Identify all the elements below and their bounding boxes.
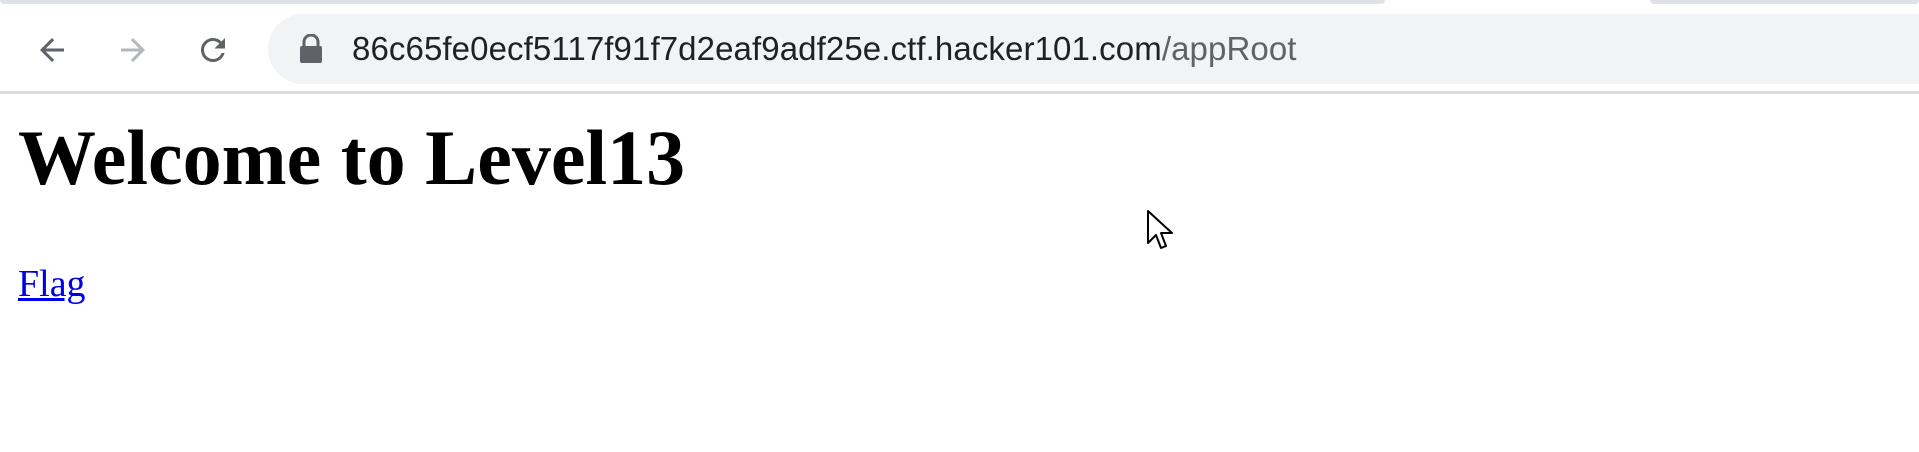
lock-icon[interactable]: [298, 34, 324, 64]
forward-button[interactable]: [109, 26, 157, 74]
page-title: Welcome to Level13: [18, 114, 686, 201]
url-host: 86c65fe0ecf5117f91f7d2eaf9adf25e.ctf.hac…: [352, 30, 1162, 67]
address-bar[interactable]: 86c65fe0ecf5117f91f7d2eaf9adf25e.ctf.hac…: [268, 14, 1919, 84]
browser-toolbar: 86c65fe0ecf5117f91f7d2eaf9adf25e.ctf.hac…: [0, 0, 1919, 94]
url-path: /appRoot: [1161, 30, 1297, 67]
forward-arrow-icon: [121, 38, 145, 62]
back-button[interactable]: [28, 26, 76, 74]
url-text[interactable]: 86c65fe0ecf5117f91f7d2eaf9adf25e.ctf.hac…: [352, 14, 1297, 84]
tab-strip-right: [1650, 0, 1919, 4]
tab-strip-left: [0, 0, 1385, 4]
back-arrow-icon: [40, 38, 64, 62]
flag-link[interactable]: Flag: [18, 265, 86, 303]
page-content: Welcome to Level13 Flag: [0, 97, 1919, 452]
reload-button[interactable]: [189, 26, 237, 74]
reload-icon: [201, 38, 225, 62]
